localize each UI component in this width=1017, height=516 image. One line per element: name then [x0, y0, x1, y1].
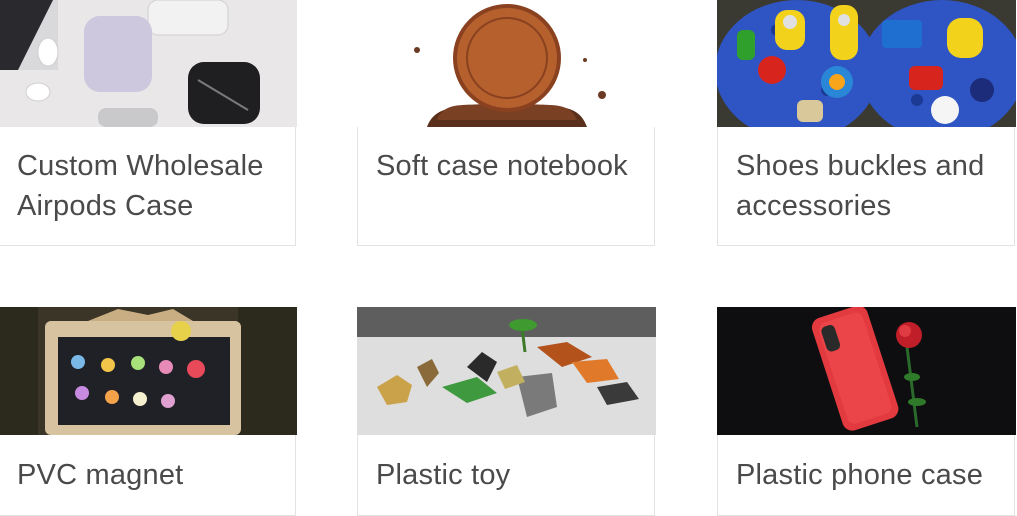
product-title[interactable]: Soft case notebook — [376, 146, 644, 186]
product-image-airpods-case[interactable] — [0, 0, 297, 127]
product-card-soft-case-notebook[interactable]: Soft case notebook — [357, 0, 656, 246]
product-card-pvc-magnet[interactable]: PVC magnet — [0, 307, 297, 516]
product-image-plastic-toy[interactable] — [357, 307, 656, 435]
product-title[interactable]: Custom Wholesale Airpods Case — [17, 146, 285, 226]
product-title[interactable]: Plastic toy — [376, 455, 644, 495]
product-card-plastic-toy[interactable]: Plastic toy — [357, 307, 656, 516]
product-image-plastic-phone-case[interactable] — [717, 307, 1016, 435]
product-image-soft-case-notebook[interactable] — [357, 0, 656, 127]
product-card-shoes-buckles[interactable]: Shoes buckles and accessories — [717, 0, 1016, 246]
product-title[interactable]: PVC magnet — [17, 455, 285, 495]
product-image-shoes-buckles[interactable] — [717, 0, 1016, 127]
product-image-pvc-magnet[interactable] — [0, 307, 297, 435]
product-title[interactable]: Shoes buckles and accessories — [736, 146, 1004, 226]
product-card-airpods-case[interactable]: Custom Wholesale Airpods Case — [0, 0, 297, 246]
product-title[interactable]: Plastic phone case — [736, 455, 1004, 495]
product-card-plastic-phone-case[interactable]: Plastic phone case — [717, 307, 1016, 516]
